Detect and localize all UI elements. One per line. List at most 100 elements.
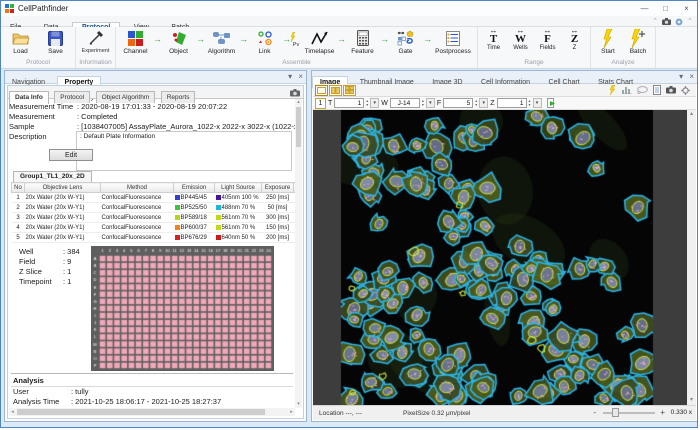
info-row: Z Slice: 1 [19, 267, 80, 277]
scroll-up-icon[interactable]: ▴ [687, 110, 696, 119]
scroll-down-icon[interactable]: ▾ [687, 396, 696, 405]
table-row[interactable]: 5 20x Water (20x W-Y1) ConfocalFluorescenc… [11, 232, 295, 243]
scroll-left-icon[interactable]: ◂ [9, 408, 16, 416]
scroll-down-icon[interactable]: ▾ [295, 401, 302, 408]
camera-icon[interactable] [290, 89, 300, 97]
plate-map[interactable] [91, 246, 274, 371]
layout-split-icon[interactable] [329, 84, 342, 96]
measurement-info: User: tullyMeasurement Time: 2020-08-19 … [9, 99, 295, 132]
preview-button[interactable]: Pv [290, 27, 302, 48]
field-select-button[interactable]: 1 [315, 97, 326, 109]
location-readout: Location ---, --- [319, 410, 362, 417]
load-button[interactable]: Load [3, 27, 38, 55]
acquisition-info: Well: 384 Field: 9 Z Slice: 1 Timepoint: 1 [19, 247, 80, 287]
table-row[interactable]: 3 20x Water (20x W-Y1) ConfocalFluorescenc… [11, 212, 295, 223]
info-value: : 9 [63, 257, 72, 266]
scroll-up-icon[interactable]: ▴ [295, 99, 302, 106]
panel-menu-icon[interactable]: ▾ [288, 72, 292, 81]
fields-range-button[interactable]: ↔ F Fields [534, 27, 561, 52]
panel-close-icon[interactable]: × [298, 72, 303, 81]
info-row: Well: 384 [19, 247, 80, 257]
table-row[interactable]: 1 20x Water (20x W-Y1) ConfocalFluorescenc… [11, 192, 295, 203]
panel-close-icon[interactable]: × [689, 72, 694, 81]
description-box[interactable]: : Default Plate Information [76, 131, 292, 171]
scrollbar-thumb[interactable] [17, 409, 265, 415]
minimize-button[interactable]: — [634, 1, 655, 16]
well-dropdown[interactable]: ▾ [425, 98, 435, 108]
settings-icon[interactable] [681, 85, 690, 95]
zoom-slider-thumb[interactable] [611, 408, 619, 417]
close-button[interactable]: × [676, 1, 697, 16]
channel-table-wrap: No Objective Lens Method Emission Light Sour… [11, 182, 295, 243]
group-tab[interactable]: Group1_TL1_20x_2D [13, 171, 92, 182]
postprocess-icon [431, 28, 475, 48]
gate-button[interactable]: Gate [388, 27, 423, 55]
zoom-slider[interactable] [602, 408, 655, 417]
cell-image-canvas[interactable] [313, 110, 687, 405]
image-status-bar: Location ---, --- PixelSize 0.32 μm/pixe… [313, 405, 696, 420]
spinner-label-t: T [328, 99, 333, 107]
object-button[interactable]: Object [161, 27, 196, 55]
lasso-icon[interactable] [637, 86, 648, 94]
collapse-up-icon[interactable]: ⌃ [652, 17, 658, 26]
z-spinner[interactable]: 1 [496, 98, 527, 108]
maximize-button[interactable]: □ [655, 1, 676, 16]
image-viewer[interactable]: ▴ ▾ [313, 110, 696, 405]
algorithm-icon [204, 28, 239, 48]
save-button[interactable]: Save [38, 27, 73, 55]
scroll-right-icon[interactable]: ▸ [288, 408, 295, 416]
zoom-in-button[interactable]: + [659, 408, 667, 417]
field-spinner[interactable]: 5 [443, 98, 474, 108]
postprocess-button[interactable]: Postprocess [431, 27, 475, 55]
well-spinner[interactable]: J-14 [389, 98, 420, 108]
edit-button[interactable]: Edit [49, 149, 93, 161]
left-vertical-scrollbar[interactable]: ▴ ▾ [295, 99, 302, 408]
time-dropdown[interactable]: ▾ [370, 98, 380, 108]
sync-icon[interactable] [675, 18, 683, 26]
scrollbar-thumb[interactable] [296, 107, 301, 147]
zoom-out-button[interactable]: - [591, 408, 599, 417]
column-header: Emission [173, 182, 215, 193]
spinner-arrows-icon[interactable]: ▴ ▾ [475, 99, 477, 107]
info-row: Analysis Time: 2021-10-25 18:06:17 - 202… [13, 397, 293, 407]
spinner-arrows-icon[interactable]: ▴ ▾ [529, 99, 531, 107]
feature-button[interactable]: Feature [345, 27, 380, 55]
z-range-button[interactable]: ↔ Z Z [561, 27, 588, 52]
report-icon[interactable] [653, 85, 661, 95]
collapse-up-icon[interactable]: ⌃ [687, 17, 693, 26]
histogram-icon[interactable] [622, 86, 632, 94]
channel-button[interactable]: Channel [118, 27, 153, 55]
spinner-arrows-icon[interactable]: ▴ ▾ [422, 99, 424, 107]
info-label: Timepoint [19, 277, 52, 286]
table-row[interactable]: 2 20x Water (20x W-Y1) ConfocalFluorescenc… [11, 202, 295, 213]
table-row[interactable]: 4 20x Water (20x W-Y1) ConfocalFluorescenc… [11, 222, 295, 233]
image-vertical-scrollbar[interactable]: ▴ ▾ [687, 110, 696, 405]
description-label: Description [9, 132, 47, 141]
info-value: : tully [71, 387, 89, 396]
batch-button[interactable]: Batch [623, 27, 653, 55]
z-dropdown[interactable]: ▾ [532, 98, 542, 108]
light-source-swatch [215, 194, 221, 200]
spinner-label-f: F [436, 99, 442, 107]
layout-single-icon[interactable] [315, 84, 328, 96]
layout-grid-icon[interactable] [343, 84, 356, 96]
spinner-arrows-icon[interactable]: ▴ ▾ [366, 99, 368, 107]
field-dropdown[interactable]: ▾ [479, 98, 489, 108]
panel-menu-icon[interactable]: ▾ [679, 72, 683, 81]
camera-icon[interactable] [662, 18, 672, 25]
channel-icon [118, 28, 153, 48]
link-button[interactable]: Link [247, 27, 282, 55]
time-range-button[interactable]: ↔ T Time [480, 27, 507, 52]
wells-range-button[interactable]: ↔ W Wells [507, 27, 534, 52]
start-button[interactable]: Start [593, 27, 623, 55]
play-icon[interactable] [546, 98, 556, 108]
camera-icon[interactable] [666, 86, 676, 94]
time-spinner[interactable]: 1 [334, 98, 365, 108]
algorithm-button[interactable]: Algorithm [204, 27, 239, 55]
lightning-icon[interactable] [609, 85, 617, 95]
experiment-button[interactable]: Experiment [78, 27, 113, 54]
left-horizontal-scrollbar[interactable]: ◂ ▸ [9, 408, 295, 416]
timelapse-button[interactable]: Timelapse [302, 27, 337, 55]
table-cell: 20x Water (20x W-Y1) [24, 192, 101, 203]
info-label: Sample [9, 122, 35, 131]
